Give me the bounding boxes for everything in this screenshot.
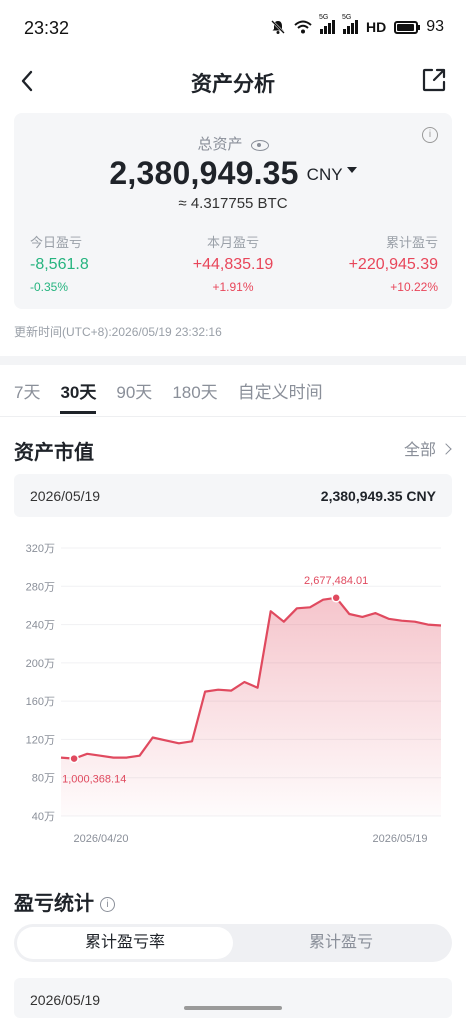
tab-30d[interactable]: 30天 bbox=[60, 378, 96, 414]
pnl-mode-toggle: 累计盈亏率 累计盈亏 bbox=[14, 924, 452, 962]
pnl-info-icon[interactable]: i bbox=[100, 897, 115, 912]
pnl-stats-title-row: 盈亏统计 i bbox=[14, 887, 115, 916]
cumulative-pnl: 累计盈亏 +220,945.39 +10.22% bbox=[306, 232, 452, 294]
update-time: 更新时间(UTC+8):2026/05/19 23:32:16 bbox=[14, 325, 222, 339]
today-pnl-pct: -0.35% bbox=[30, 280, 69, 294]
min-point-label: 1,000,368.14 bbox=[62, 774, 126, 786]
toggle-cumulative-pnl[interactable]: 累计盈亏 bbox=[233, 927, 449, 959]
today-pnl: 今日盈亏 -8,561.8 -0.35% bbox=[14, 232, 160, 294]
x-tick-label: 2026/05/19 bbox=[372, 833, 427, 845]
period-tabs: 7天 30天 90天 180天 自定义时间 bbox=[14, 378, 343, 414]
cumulative-pnl-value: +220,945.39 bbox=[348, 256, 438, 273]
selected-value: 2,380,949.35 CNY bbox=[320, 488, 436, 504]
y-tick-label: 320万 bbox=[26, 543, 55, 555]
market-value-title: 资产市值 bbox=[14, 442, 94, 464]
all-link-label: 全部 bbox=[403, 442, 436, 459]
caret-down-icon bbox=[346, 167, 357, 173]
signal-icon: 5G bbox=[319, 14, 335, 34]
y-tick-label: 200万 bbox=[26, 658, 55, 670]
status-bar: 23:32 5G 5G HD 93 bbox=[0, 0, 466, 58]
currency-selector[interactable]: CNY bbox=[307, 165, 357, 184]
month-pnl-pct: +1.91% bbox=[212, 280, 254, 294]
mute-bell-icon bbox=[271, 20, 285, 34]
cumulative-pnl-pct: +10.22% bbox=[390, 280, 438, 294]
tab-custom[interactable]: 自定义时间 bbox=[238, 378, 323, 414]
tab-180d[interactable]: 180天 bbox=[172, 378, 217, 414]
tab-7d[interactable]: 7天 bbox=[14, 378, 40, 414]
selected-date: 2026/05/19 bbox=[30, 488, 101, 504]
status-time: 23:32 bbox=[24, 18, 70, 38]
max-point-marker bbox=[331, 593, 341, 603]
selected-point-box: 2026/05/19 2,380,949.35 CNY bbox=[14, 474, 452, 517]
pnl-date-box: 2026/05/19 bbox=[14, 978, 452, 1018]
wifi-icon bbox=[294, 20, 312, 34]
btc-equivalent: ≈ 4.317755 BTC bbox=[178, 195, 288, 212]
battery-icon bbox=[394, 20, 421, 34]
total-asset-value: 2,380,949.35 bbox=[109, 155, 299, 191]
pnl-stats-title: 盈亏统计 bbox=[14, 893, 94, 915]
network-type: HD bbox=[365, 19, 387, 35]
y-tick-label: 120万 bbox=[26, 734, 55, 746]
min-point-marker bbox=[69, 753, 79, 764]
total-asset-label: 总资产 bbox=[197, 136, 243, 153]
today-pnl-label: 今日盈亏 bbox=[30, 235, 83, 250]
currency-label: CNY bbox=[306, 165, 343, 184]
cumulative-pnl-label: 累计盈亏 bbox=[385, 235, 438, 250]
y-tick-label: 160万 bbox=[26, 696, 55, 708]
max-point-label: 2,677,484.01 bbox=[304, 575, 368, 587]
pnl-date: 2026/05/19 bbox=[30, 992, 101, 1008]
asset-value-chart[interactable]: 320万 280万 240万 200万 160万 120万 80万 40万 1,000,368… bbox=[0, 530, 466, 850]
y-tick-label: 40万 bbox=[32, 811, 55, 823]
chevron-right-icon bbox=[440, 443, 452, 455]
month-pnl: 本月盈亏 +44,835.19 +1.91% bbox=[160, 232, 306, 294]
toggle-cumulative-rate[interactable]: 累计盈亏率 bbox=[17, 927, 233, 959]
section-divider bbox=[0, 356, 466, 365]
page-title: 资产分析 bbox=[191, 73, 275, 96]
tab-90d[interactable]: 90天 bbox=[116, 378, 152, 414]
x-tick-label: 2026/04/20 bbox=[73, 833, 128, 845]
signal-icon-2: 5G bbox=[342, 14, 358, 34]
share-icon[interactable] bbox=[420, 66, 448, 94]
all-link[interactable]: 全部 bbox=[403, 436, 452, 460]
total-asset-row: 2,380,949.35 CNY bbox=[14, 155, 452, 192]
y-tick-label: 80万 bbox=[32, 773, 55, 785]
y-tick-label: 280万 bbox=[26, 581, 55, 593]
month-pnl-value: +44,835.19 bbox=[192, 256, 274, 273]
month-pnl-label: 本月盈亏 bbox=[206, 235, 259, 250]
total-asset-label-row: 总资产 bbox=[14, 133, 452, 154]
y-tick-label: 240万 bbox=[26, 620, 55, 632]
eye-icon[interactable] bbox=[250, 139, 269, 151]
header: 资产分析 bbox=[0, 58, 466, 104]
home-indicator[interactable] bbox=[184, 1006, 282, 1010]
status-icons: 5G 5G HD 93 bbox=[270, 14, 444, 36]
asset-summary-card: i 总资产 2,380,949.35 CNY ≈ 4.317755 BTC 今日盈… bbox=[14, 113, 452, 309]
today-pnl-value: -8,561.8 bbox=[30, 256, 89, 273]
tabs-divider bbox=[0, 416, 466, 417]
battery-level: 93 bbox=[426, 18, 444, 35]
